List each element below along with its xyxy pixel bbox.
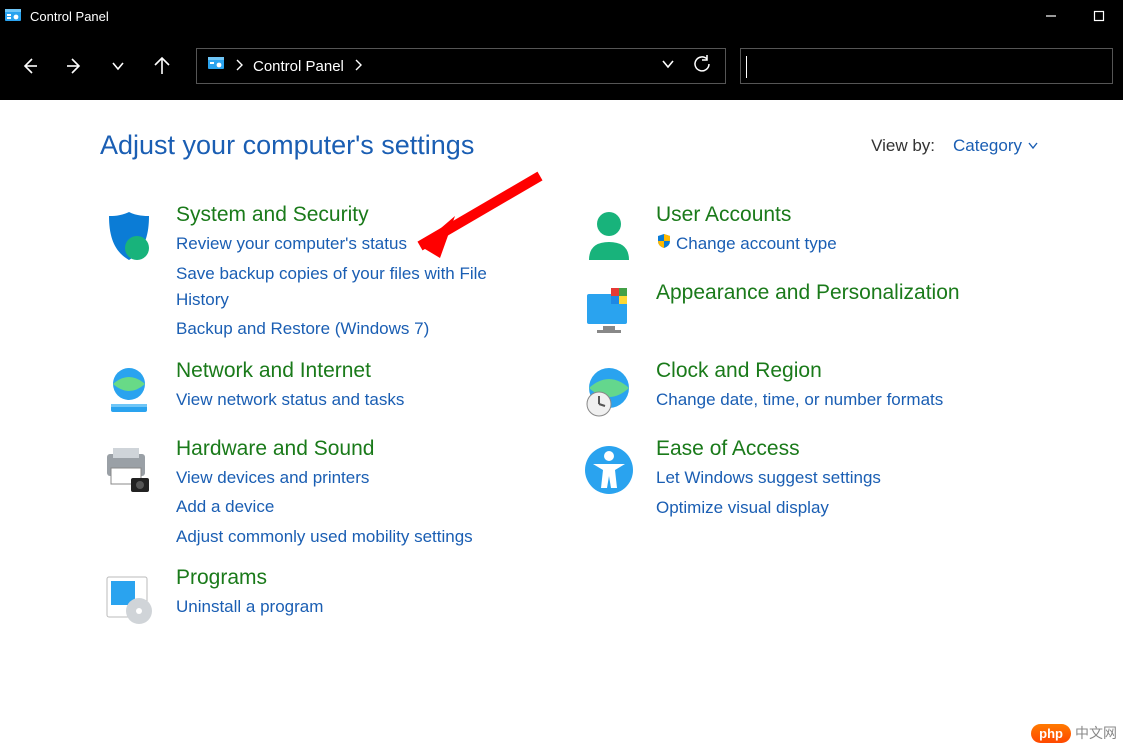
content-header: Adjust your computer's settings View by:… — [100, 130, 1053, 161]
maximize-button[interactable] — [1075, 0, 1123, 32]
address-bar[interactable]: Control Panel — [196, 48, 726, 84]
user-icon — [580, 207, 638, 265]
monitor-icon — [580, 285, 638, 343]
view-by-value: Category — [953, 136, 1022, 156]
category-title[interactable]: Hardware and Sound — [176, 435, 473, 462]
category-link[interactable]: Uninstall a program — [176, 594, 323, 620]
category-link[interactable]: Let Windows suggest settings — [656, 465, 881, 491]
globe-clock-icon — [580, 363, 638, 421]
breadcrumb-separator-icon — [235, 58, 243, 75]
category-link[interactable]: Optimize visual display — [656, 495, 881, 521]
category-title[interactable]: Ease of Access — [656, 435, 881, 462]
category-columns: System and Security Review your computer… — [100, 201, 1053, 628]
category-hardware-sound: Hardware and Sound View devices and prin… — [100, 435, 580, 550]
breadcrumb-separator-icon — [354, 58, 362, 75]
breadcrumb-item[interactable]: Control Panel — [253, 58, 344, 75]
title-left: Control Panel — [4, 7, 109, 25]
watermark: php 中文网 — [1031, 723, 1117, 743]
breadcrumb-icon — [207, 55, 225, 77]
category-programs: Programs Uninstall a program — [100, 564, 580, 628]
view-by-dropdown[interactable]: Category — [953, 136, 1038, 156]
column-left: System and Security Review your computer… — [100, 201, 580, 628]
category-title[interactable]: Network and Internet — [176, 357, 404, 384]
category-ease-of-access: Ease of Access Let Windows suggest setti… — [580, 435, 1060, 521]
content-area: Adjust your computer's settings View by:… — [0, 100, 1123, 628]
category-title[interactable]: System and Security — [176, 201, 516, 228]
category-link[interactable]: Change date, time, or number formats — [656, 387, 943, 413]
chevron-down-icon — [1028, 142, 1038, 150]
category-user-accounts: User Accounts Change account type — [580, 201, 1060, 265]
category-title[interactable]: Clock and Region — [656, 357, 943, 384]
category-system-security: System and Security Review your computer… — [100, 201, 580, 343]
category-appearance: Appearance and Personalization — [580, 279, 1060, 343]
nav-bar: Control Panel — [0, 32, 1123, 100]
recent-locations-button[interactable] — [98, 46, 138, 86]
window-title: Control Panel — [30, 9, 109, 24]
breadcrumb: Control Panel — [197, 55, 647, 77]
shield-icon — [100, 207, 158, 265]
category-link[interactable]: View devices and printers — [176, 465, 473, 491]
category-link[interactable]: Add a device — [176, 494, 473, 520]
printer-camera-icon — [100, 441, 158, 499]
watermark-text: 中文网 — [1075, 723, 1117, 743]
globe-network-icon — [100, 363, 158, 421]
category-link[interactable]: Backup and Restore (Windows 7) — [176, 316, 516, 342]
text-cursor — [746, 56, 747, 78]
view-by-control: View by: Category — [871, 136, 1038, 156]
address-bar-controls — [647, 55, 725, 78]
category-link[interactable]: View network status and tasks — [176, 387, 404, 413]
page-title: Adjust your computer's settings — [100, 130, 474, 161]
back-button[interactable] — [10, 46, 50, 86]
minimize-button[interactable] — [1027, 0, 1075, 32]
accessibility-icon — [580, 441, 638, 499]
category-link[interactable]: Review your computer's status — [176, 231, 516, 257]
view-by-label: View by: — [871, 136, 935, 156]
category-link[interactable]: Adjust commonly used mobility settings — [176, 524, 473, 550]
control-panel-icon — [4, 7, 22, 25]
up-button[interactable] — [142, 46, 182, 86]
category-link-text: Change account type — [676, 234, 837, 253]
forward-button[interactable] — [54, 46, 94, 86]
category-title[interactable]: Programs — [176, 564, 323, 591]
category-link[interactable]: Change account type — [656, 231, 837, 257]
history-dropdown-icon[interactable] — [661, 57, 675, 76]
category-clock-region: Clock and Region Change date, time, or n… — [580, 357, 1060, 421]
column-right: User Accounts Change account type Appear… — [580, 201, 1060, 628]
refresh-icon[interactable] — [693, 55, 711, 78]
title-bar: Control Panel — [0, 0, 1123, 32]
search-input[interactable] — [740, 48, 1113, 84]
category-title[interactable]: User Accounts — [656, 201, 837, 228]
category-link[interactable]: Save backup copies of your files with Fi… — [176, 261, 516, 314]
uac-shield-icon — [656, 231, 672, 257]
category-title[interactable]: Appearance and Personalization — [656, 279, 960, 306]
watermark-brand: php — [1031, 724, 1071, 743]
category-network-internet: Network and Internet View network status… — [100, 357, 580, 421]
window-controls — [1027, 0, 1123, 32]
programs-disc-icon — [100, 570, 158, 628]
